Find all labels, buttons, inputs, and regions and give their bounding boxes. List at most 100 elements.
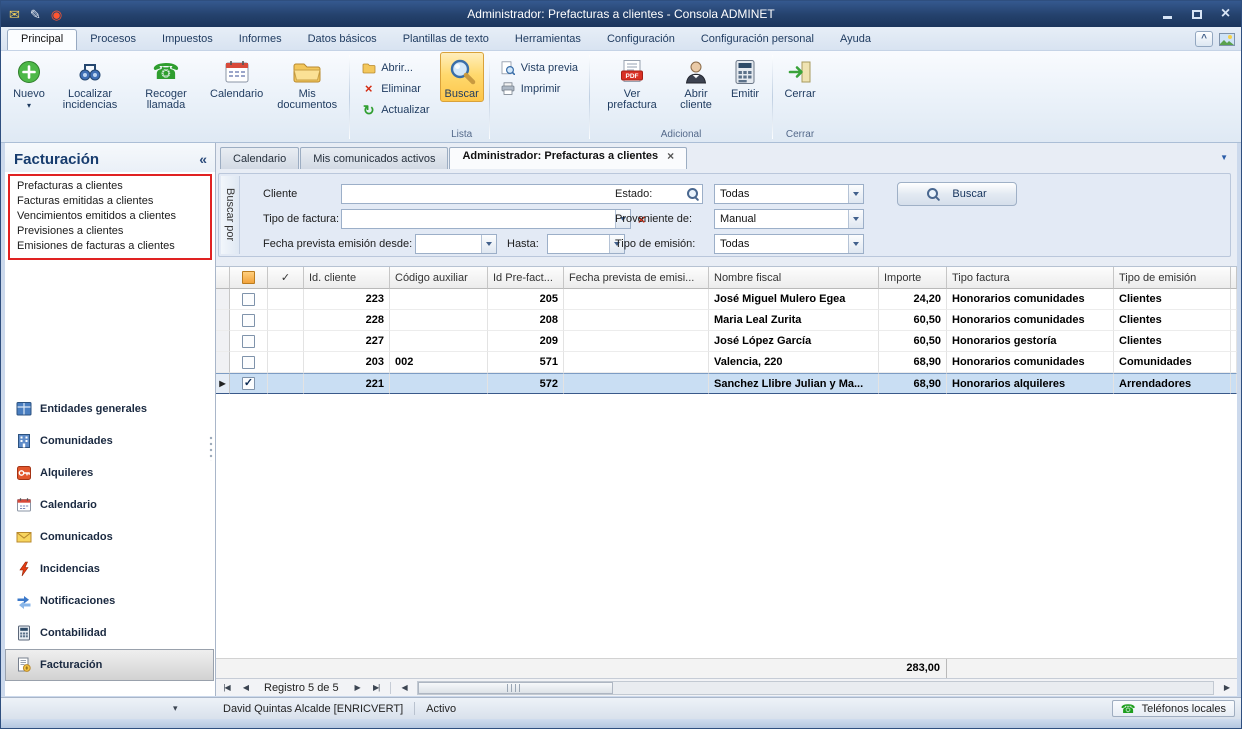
last-record-button[interactable]: ▶| xyxy=(368,683,385,692)
ribbon-tab-impuestos[interactable]: Impuestos xyxy=(149,29,226,50)
doc-tab-mis-comunicados[interactable]: Mis comunicados activos xyxy=(300,147,448,169)
col-header-codigo-auxiliar[interactable]: Código auxiliar xyxy=(390,267,488,289)
abrir-cliente-button[interactable]: Abrir cliente xyxy=(671,52,721,113)
note-edit-icon[interactable]: ✎ xyxy=(30,8,41,21)
abrir-button[interactable]: Abrir... xyxy=(357,59,433,76)
eliminar-button[interactable]: × Eliminar xyxy=(357,80,433,97)
nav-incidencias[interactable]: Incidencias xyxy=(5,553,214,585)
row-checkbox[interactable] xyxy=(242,335,255,348)
ribbon-tab-procesos[interactable]: Procesos xyxy=(77,29,149,50)
col-header-tipo-emision[interactable]: Tipo de emisión xyxy=(1114,267,1231,289)
row-checkbox[interactable] xyxy=(242,356,255,369)
sidebar-collapse-button[interactable]: « xyxy=(199,151,207,167)
nuevo-button[interactable]: Nuevo ▾ xyxy=(7,52,51,112)
nav-facturacion[interactable]: Facturación xyxy=(5,649,214,681)
ribbon-tab-ayuda[interactable]: Ayuda xyxy=(827,29,884,50)
shortcut-prefacturas-clientes[interactable]: Prefacturas a clientes xyxy=(10,179,210,194)
chevron-down-icon[interactable] xyxy=(848,210,863,228)
buscar-button[interactable]: Buscar xyxy=(440,52,484,102)
doc-tab-prefacturas[interactable]: Administrador: Prefacturas a clientes × xyxy=(449,147,687,169)
first-record-button[interactable]: |◀ xyxy=(218,683,235,692)
buscar-panel-button[interactable]: Buscar xyxy=(897,182,1017,206)
telefonos-locales-button[interactable]: ☎ Teléfonos locales xyxy=(1112,700,1235,717)
shortcut-emisiones-facturas[interactable]: Emisiones de facturas a clientes xyxy=(10,239,210,254)
col-header-id-cliente[interactable]: Id. cliente xyxy=(304,267,390,289)
table-row[interactable]: 228 208 Maria Leal Zurita 60,50 Honorari… xyxy=(216,310,1237,331)
doc-tab-calendario[interactable]: Calendario xyxy=(220,147,299,169)
close-button[interactable]: × xyxy=(1218,7,1233,22)
actualizar-button[interactable]: ↻ Actualizar xyxy=(357,101,433,118)
next-record-button[interactable]: ▶ xyxy=(349,683,366,692)
estado-select[interactable]: Todas xyxy=(714,184,864,204)
collapse-ribbon-chevron[interactable]: ^ xyxy=(1195,31,1213,47)
tab-close-icon[interactable]: × xyxy=(667,150,674,162)
row-checkbox[interactable] xyxy=(242,293,255,306)
vista-previa-button[interactable]: Vista previa xyxy=(497,59,582,76)
nav-contabilidad[interactable]: Contabilidad xyxy=(5,617,214,649)
scrollbar-thumb[interactable] xyxy=(418,682,613,694)
nav-comunidades[interactable]: Comunidades xyxy=(5,425,214,457)
chevron-down-icon[interactable] xyxy=(481,235,496,253)
col-header-nombre-fiscal[interactable]: Nombre fiscal xyxy=(709,267,879,289)
ribbon-tab-plantillas[interactable]: Plantillas de texto xyxy=(390,29,502,50)
nav-comunicados[interactable]: Comunicados xyxy=(5,521,214,553)
scroll-left-button[interactable]: ◀ xyxy=(396,683,413,692)
mis-documentos-button[interactable]: Mis documentos xyxy=(270,52,344,113)
table-row[interactable]: 227 209 José López García 60,50 Honorari… xyxy=(216,331,1237,352)
ribbon-tab-configuracion-personal[interactable]: Configuración personal xyxy=(688,29,827,50)
ribbon-tab-informes[interactable]: Informes xyxy=(226,29,295,50)
col-header-tipo-factura[interactable]: Tipo factura xyxy=(947,267,1114,289)
recoger-llamada-button[interactable]: ☎ Recoger llamada xyxy=(129,52,203,113)
shortcut-previsiones-clientes[interactable]: Previsiones a clientes xyxy=(10,224,210,239)
scroll-right-button[interactable]: ▶ xyxy=(1218,683,1235,692)
table-row-selected[interactable]: ▶ ✓ 221 572 Sanchez Llibre Julian y Ma..… xyxy=(216,373,1237,394)
ribbon-tab-configuracion[interactable]: Configuración xyxy=(594,29,688,50)
row-checkbox-checked[interactable]: ✓ xyxy=(242,377,255,390)
shortcut-facturas-emitidas[interactable]: Facturas emitidas a clientes xyxy=(10,194,210,209)
chevron-down-icon[interactable] xyxy=(848,185,863,203)
shortcut-vencimientos-emitidos[interactable]: Vencimientos emitidos a clientes xyxy=(10,209,210,224)
row-checkbox[interactable] xyxy=(242,314,255,327)
cerrar-button[interactable]: Cerrar xyxy=(778,52,822,102)
tipo-factura-select[interactable] xyxy=(341,209,631,229)
nuevo-dropdown-arrow[interactable]: ▾ xyxy=(27,101,31,110)
ver-prefactura-button[interactable]: PDF Ver prefactura xyxy=(595,52,669,113)
col-header-select-all[interactable] xyxy=(230,267,268,289)
emitir-button[interactable]: Emitir xyxy=(723,52,767,102)
buscar-por-tab[interactable]: Buscar por xyxy=(221,176,240,254)
select-all-checkbox[interactable] xyxy=(242,271,255,284)
nav-entidades-generales[interactable]: Entidades generales xyxy=(5,393,214,425)
col-header-fecha-prevista[interactable]: Fecha prevista de emisi... xyxy=(564,267,709,289)
chevron-down-icon[interactable] xyxy=(848,235,863,253)
minimize-button[interactable] xyxy=(1160,7,1175,22)
nuevo-label: Nuevo xyxy=(13,89,45,100)
cell-tipo-emision: Clientes xyxy=(1114,289,1231,310)
sidebar: Facturación « Prefacturas a clientes Fac… xyxy=(5,143,216,696)
table-row[interactable]: 223 205 José Miguel Mulero Egea 24,20 Ho… xyxy=(216,289,1237,310)
ribbon-tab-herramientas[interactable]: Herramientas xyxy=(502,29,594,50)
proveniente-select[interactable]: Manual xyxy=(714,209,864,229)
nav-notificaciones[interactable]: Notificaciones xyxy=(5,585,214,617)
tipo-emision-select[interactable]: Todas xyxy=(714,234,864,254)
nav-alquileres[interactable]: Alquileres xyxy=(5,457,214,489)
nav-calendario[interactable]: Calendario xyxy=(5,489,214,521)
mail-icon[interactable]: ✉ xyxy=(9,8,20,21)
tab-list-dropdown-icon[interactable]: ▼ xyxy=(1220,153,1228,162)
col-header-check[interactable]: ✓ xyxy=(268,267,304,289)
imprimir-button[interactable]: Imprimir xyxy=(497,80,582,97)
calendario-button[interactable]: Calendario xyxy=(205,52,268,102)
ribbon-options-icon[interactable] xyxy=(1219,33,1235,46)
prev-record-button[interactable]: ◀ xyxy=(237,683,254,692)
ribbon-tab-datos-basicos[interactable]: Datos básicos xyxy=(295,29,390,50)
table-row[interactable]: 203 002 571 Valencia, 220 68,90 Honorari… xyxy=(216,352,1237,373)
horizontal-scrollbar[interactable] xyxy=(417,681,1214,695)
sidebar-expand-chevron[interactable]: ▾ xyxy=(173,703,178,714)
localizar-incidencias-button[interactable]: Localizar incidencias xyxy=(53,52,127,113)
fecha-hasta-select[interactable] xyxy=(547,234,625,254)
search-icon[interactable] xyxy=(684,188,702,201)
col-header-id-prefactura[interactable]: Id Pre-fact... xyxy=(488,267,564,289)
fecha-desde-select[interactable] xyxy=(415,234,497,254)
col-header-importe[interactable]: Importe xyxy=(879,267,947,289)
ribbon-tab-principal[interactable]: Principal xyxy=(7,29,77,50)
restore-button[interactable] xyxy=(1189,7,1204,22)
